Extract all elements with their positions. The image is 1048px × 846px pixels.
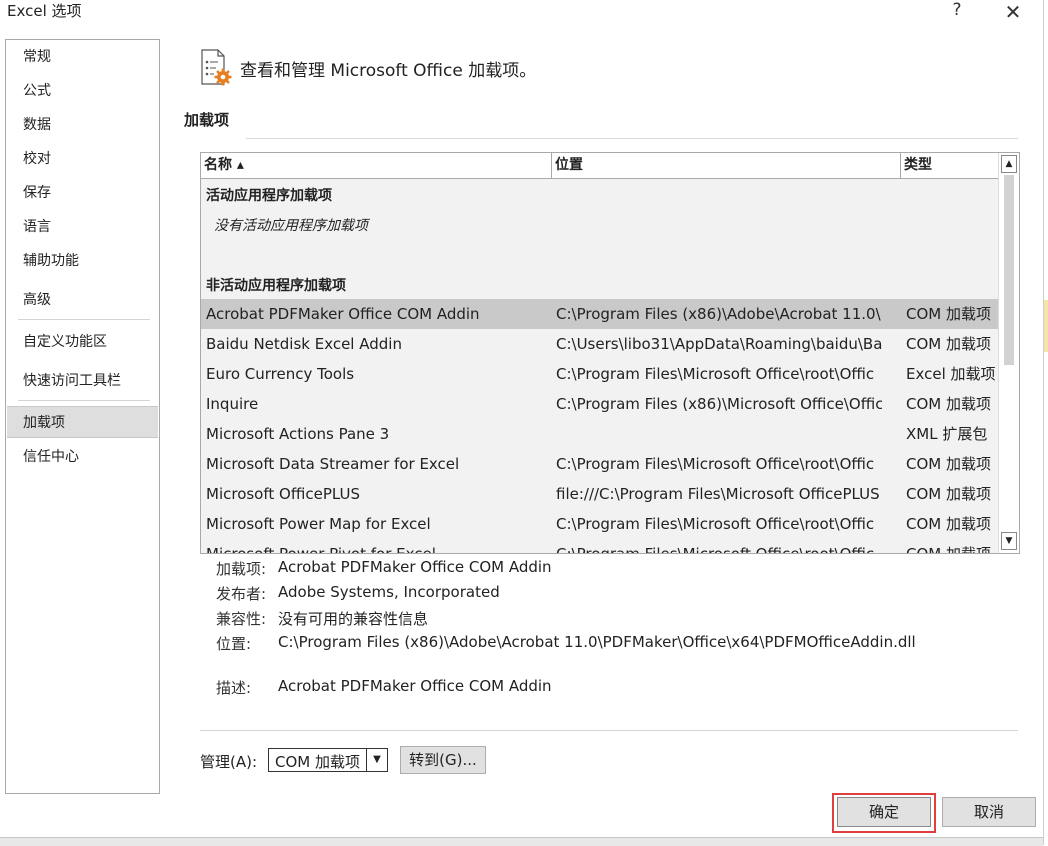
sidebar-item-formulas[interactable]: 公式 — [7, 75, 158, 107]
options-sidebar: 常规 公式 数据 校对 保存 语言 辅助功能 高级 自定义功能区 快速访问工具栏… — [5, 39, 160, 794]
sidebar-item-quick-access-toolbar[interactable]: 快速访问工具栏 — [7, 365, 158, 397]
row-name: Inquire — [206, 395, 259, 413]
table-row[interactable]: Microsoft Data Streamer for Excel C:\Pro… — [201, 449, 998, 479]
detail-compatibility-value: 没有可用的兼容性信息 — [278, 610, 429, 628]
row-type: COM 加载项 — [906, 485, 991, 503]
column-header-location[interactable]: 位置 — [552, 153, 901, 178]
column-header-name[interactable]: 名称 ▴ — [201, 153, 552, 178]
row-name: Baidu Netdisk Excel Addin — [206, 335, 402, 353]
row-name: Euro Currency Tools — [206, 365, 355, 383]
row-name: Microsoft OfficePLUS — [206, 485, 360, 503]
sidebar-item-data[interactable]: 数据 — [7, 109, 158, 141]
detail-addin-label: 加载项: — [216, 560, 267, 578]
sidebar-item-save[interactable]: 保存 — [7, 177, 158, 209]
table-row[interactable]: Baidu Netdisk Excel Addin C:\Users\libo3… — [201, 329, 998, 359]
manage-dropdown-value: COM 加载项 — [275, 753, 360, 771]
row-name: Microsoft Power Map for Excel — [206, 515, 431, 533]
row-type: COM 加载项 — [906, 395, 991, 413]
sidebar-item-general[interactable]: 常规 — [7, 41, 158, 73]
sidebar-divider — [18, 400, 150, 401]
sidebar-item-language[interactable]: 语言 — [7, 211, 158, 243]
row-name: Microsoft Power Pivot for Excel — [206, 545, 436, 554]
scroll-down-arrow-icon[interactable]: ▼ — [1001, 532, 1017, 550]
sidebar-item-trust-center[interactable]: 信任中心 — [7, 441, 158, 473]
row-name: Acrobat PDFMaker Office COM Addin — [206, 305, 480, 323]
detail-publisher-label: 发布者: — [216, 585, 267, 603]
table-row[interactable]: Microsoft Actions Pane 3 XML 扩展包 — [201, 419, 998, 449]
detail-publisher-value: Adobe Systems, Incorporated — [278, 583, 500, 601]
addins-list[interactable]: 名称 ▴ 位置 类型 活动应用程序加载项 没有活动应用程序加载项 非活动应用程序… — [200, 152, 1020, 554]
row-type: COM 加载项 — [906, 305, 991, 323]
manage-label: 管理(A): — [200, 753, 258, 771]
cancel-button[interactable]: 取消 — [942, 797, 1036, 827]
sidebar-item-advanced[interactable]: 高级 — [7, 284, 158, 316]
details-divider — [200, 730, 1018, 731]
table-row[interactable]: Acrobat PDFMaker Office COM Addin C:\Pro… — [201, 299, 998, 329]
sidebar-divider — [18, 319, 150, 320]
goto-button[interactable]: 转到(G)... — [400, 746, 486, 774]
detail-description-label: 描述: — [216, 679, 252, 697]
row-location: C:\Program Files\Microsoft Office\root\O… — [556, 545, 875, 554]
table-row[interactable]: Microsoft Power Map for Excel C:\Program… — [201, 509, 998, 539]
chevron-down-icon[interactable]: ▼ — [366, 749, 387, 771]
row-name: Microsoft Data Streamer for Excel — [206, 455, 460, 473]
table-row[interactable]: Euro Currency Tools C:\Program Files\Mic… — [201, 359, 998, 389]
row-type: COM 加载项 — [906, 515, 991, 533]
no-active-addins-text: 没有活动应用程序加载项 — [214, 218, 368, 234]
row-type: COM 加载项 — [906, 455, 991, 473]
row-location: C:\Program Files\Microsoft Office\root\O… — [556, 455, 875, 473]
background-excel-edge — [1043, 0, 1048, 845]
window-title: Excel 选项 — [7, 2, 82, 20]
row-type: XML 扩展包 — [906, 425, 988, 443]
page-header-text: 查看和管理 Microsoft Office 加载项。 — [240, 61, 537, 81]
background-cell-highlight — [1044, 300, 1048, 352]
list-scrollbar[interactable]: ▲ ▼ — [998, 153, 1019, 553]
row-name: Microsoft Actions Pane 3 — [206, 425, 390, 443]
detail-location-value: C:\Program Files (x86)\Adobe\Acrobat 11.… — [278, 633, 916, 651]
table-row[interactable]: Microsoft OfficePLUS file:///C:\Program … — [201, 479, 998, 509]
row-type: Excel 加载项 — [906, 365, 996, 383]
row-location: C:\Program Files\Microsoft Office\root\O… — [556, 515, 875, 533]
row-type: COM 加载项 — [906, 545, 991, 554]
close-button[interactable]: ✕ — [1000, 0, 1026, 24]
ok-button[interactable]: 确定 — [837, 797, 931, 827]
row-location: file:///C:\Program Files\Microsoft Offic… — [556, 485, 880, 503]
scrollbar-thumb[interactable] — [1004, 175, 1014, 365]
detail-description-value: Acrobat PDFMaker Office COM Addin — [278, 677, 552, 695]
row-location: C:\Program Files (x86)\Microsoft Office\… — [556, 395, 882, 413]
detail-location-label: 位置: — [216, 635, 252, 653]
column-header-type[interactable]: 类型 — [901, 153, 998, 178]
row-location: C:\Program Files\Microsoft Office\root\O… — [556, 365, 875, 383]
active-addins-group-title: 活动应用程序加载项 — [206, 188, 332, 204]
manage-dropdown[interactable]: COM 加载项 ▼ — [268, 748, 388, 772]
detail-compatibility-label: 兼容性: — [216, 610, 267, 628]
sidebar-item-proofing[interactable]: 校对 — [7, 143, 158, 175]
section-divider — [246, 138, 1018, 139]
row-location: C:\Program Files (x86)\Adobe\Acrobat 11.… — [556, 305, 881, 323]
scroll-up-arrow-icon[interactable]: ▲ — [1001, 155, 1017, 173]
row-location: C:\Users\libo31\AppData\Roaming\baidu\Ba… — [556, 335, 882, 353]
sidebar-item-accessibility[interactable]: 辅助功能 — [7, 245, 158, 277]
row-type: COM 加载项 — [906, 335, 991, 353]
list-header: 名称 ▴ 位置 类型 — [201, 153, 998, 179]
sidebar-item-customize-ribbon[interactable]: 自定义功能区 — [7, 326, 158, 358]
section-title: 加载项 — [184, 111, 230, 129]
table-row[interactable]: Inquire C:\Program Files (x86)\Microsoft… — [201, 389, 998, 419]
addins-gear-icon — [198, 48, 234, 88]
inactive-addins-group-title: 非活动应用程序加载项 — [206, 278, 346, 294]
table-row[interactable]: Microsoft Power Pivot for Excel C:\Progr… — [201, 539, 998, 554]
sidebar-item-addins[interactable]: 加载项 — [7, 406, 158, 438]
help-button[interactable]: ? — [946, 0, 968, 22]
detail-addin-value: Acrobat PDFMaker Office COM Addin — [278, 558, 552, 576]
